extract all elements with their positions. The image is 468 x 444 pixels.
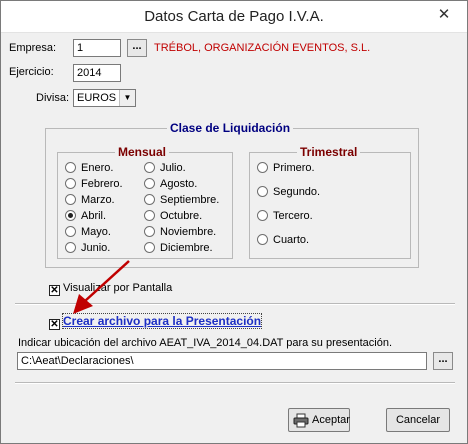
radio-febrero[interactable]: Febrero. — [65, 178, 123, 192]
radio-enero[interactable]: Enero. — [65, 162, 113, 176]
divisa-label: Divisa: — [36, 92, 70, 104]
radio-button[interactable] — [144, 162, 155, 173]
ejercicio-label: Ejercicio: — [9, 66, 54, 78]
radio-button[interactable] — [257, 234, 268, 245]
radio-abril[interactable]: Abril. — [65, 210, 106, 224]
radio-button[interactable] — [257, 186, 268, 197]
aceptar-label: Aceptar — [312, 414, 350, 426]
radio-julio[interactable]: Julio. — [144, 162, 186, 176]
radio-segundo[interactable]: Segundo. — [257, 186, 320, 200]
mensual-title: Mensual — [115, 145, 170, 159]
empresa-label: Empresa: — [9, 42, 57, 54]
divisa-select[interactable]: EUROS ▼ — [73, 89, 136, 107]
trimestral-title: Trimestral — [297, 145, 361, 159]
radio-marzo[interactable]: Marzo. — [65, 194, 115, 208]
empresa-browse-button[interactable]: ... — [127, 39, 147, 57]
chevron-down-icon[interactable]: ▼ — [119, 90, 135, 106]
ubicacion-browse-button[interactable]: ... — [433, 352, 453, 370]
radio-cuarto[interactable]: Cuarto. — [257, 234, 309, 248]
separator — [15, 382, 455, 384]
radio-mayo[interactable]: Mayo. — [65, 226, 111, 240]
close-button[interactable]: ✕ — [431, 4, 457, 26]
empresa-name: TRÉBOL, ORGANIZACIÓN EVENTOS, S.L. — [154, 42, 371, 54]
empresa-code-field[interactable]: 1 — [73, 39, 121, 57]
radio-button[interactable] — [257, 162, 268, 173]
radio-button[interactable] — [144, 210, 155, 221]
radio-junio[interactable]: Junio. — [65, 242, 110, 256]
ubicacion-path-field[interactable]: C:\Aeat\Declaraciones\ — [17, 352, 427, 370]
radio-septiembre[interactable]: Septiembre. — [144, 194, 219, 208]
aceptar-button[interactable]: Aceptar — [288, 408, 350, 432]
visualizar-checkbox[interactable]: ✕ — [49, 285, 60, 296]
red-arrow-annotation — [73, 260, 130, 314]
radio-button[interactable] — [144, 178, 155, 189]
cancelar-label: Cancelar — [395, 414, 441, 426]
divisa-value: EUROS — [77, 92, 117, 104]
radio-agosto[interactable]: Agosto. — [144, 178, 197, 192]
radio-button[interactable] — [144, 226, 155, 237]
radio-primero[interactable]: Primero. — [257, 162, 315, 176]
ejercicio-field[interactable]: 2014 — [73, 64, 121, 82]
radio-octubre[interactable]: Octubre. — [144, 210, 202, 224]
radio-button[interactable] — [65, 162, 76, 173]
radio-button[interactable] — [144, 194, 155, 205]
title-bar: Datos Carta de Pago I.V.A. ✕ — [1, 1, 467, 33]
ubicacion-label: Indicar ubicación del archivo AEAT_IVA_2… — [18, 337, 393, 349]
radio-button[interactable] — [65, 178, 76, 189]
cancelar-button[interactable]: Cancelar — [386, 408, 450, 432]
clase-liquidacion-title: Clase de Liquidación — [167, 121, 294, 135]
radio-button[interactable] — [65, 226, 76, 237]
radio-button[interactable] — [144, 242, 155, 253]
dialog-window: Datos Carta de Pago I.V.A. ✕ Empresa: 1 … — [0, 0, 468, 444]
crear-archivo-checkbox[interactable]: ✕ — [49, 319, 60, 330]
window-title: Datos Carta de Pago I.V.A. — [144, 8, 324, 25]
radio-diciembre[interactable]: Diciembre. — [144, 242, 213, 256]
printer-icon — [293, 413, 309, 428]
radio-button-selected[interactable] — [65, 210, 76, 221]
radio-button[interactable] — [65, 242, 76, 253]
radio-button[interactable] — [257, 210, 268, 221]
radio-button[interactable] — [65, 194, 76, 205]
radio-noviembre[interactable]: Noviembre. — [144, 226, 216, 240]
radio-tercero[interactable]: Tercero. — [257, 210, 313, 224]
